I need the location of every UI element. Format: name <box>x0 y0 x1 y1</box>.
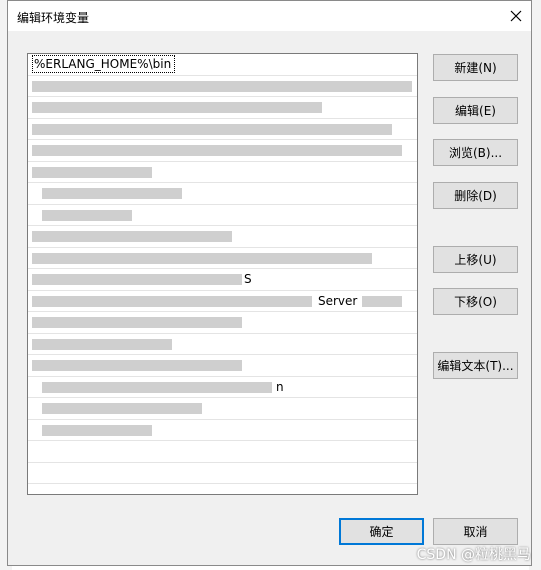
list-item-fragment: n <box>276 379 284 394</box>
cancel-button[interactable]: 取消 <box>433 518 518 545</box>
list-item[interactable] <box>28 312 417 334</box>
list-item[interactable] <box>28 76 417 97</box>
list-item[interactable] <box>28 463 417 484</box>
list-item[interactable]: %ERLANG_HOME%\bin <box>28 54 417 76</box>
new-button[interactable]: 新建(N) <box>433 54 518 81</box>
list-item[interactable] <box>28 334 417 355</box>
move-down-button[interactable]: 下移(O) <box>433 288 518 315</box>
list-item[interactable] <box>28 355 417 377</box>
close-button[interactable] <box>501 1 531 31</box>
list-item[interactable] <box>28 441 417 463</box>
edit-text-button[interactable]: 编辑文本(T)... <box>433 352 518 379</box>
list-item[interactable] <box>28 398 417 420</box>
list-item[interactable] <box>28 140 417 162</box>
title-bar: 编辑环境变量 <box>8 1 531 31</box>
list-item-fragment: Server <box>318 293 358 308</box>
list-item[interactable]: S <box>28 269 417 291</box>
list-item[interactable] <box>28 119 417 140</box>
list-item-text: %ERLANG_HOME%\bin <box>31 55 176 73</box>
dialog-title: 编辑环境变量 <box>17 11 90 25</box>
edit-button[interactable]: 编辑(E) <box>433 97 518 124</box>
list-item[interactable] <box>28 162 417 183</box>
list-item[interactable]: n <box>28 377 417 398</box>
list-item[interactable] <box>28 226 417 248</box>
list-item[interactable] <box>28 183 417 205</box>
browse-button[interactable]: 浏览(B)... <box>433 139 518 166</box>
list-item[interactable] <box>28 420 417 441</box>
move-up-button[interactable]: 上移(U) <box>433 246 518 273</box>
list-item[interactable] <box>28 205 417 226</box>
close-icon <box>510 10 522 22</box>
list-item[interactable] <box>28 248 417 269</box>
list-item[interactable]: Server <box>28 291 417 312</box>
list-item[interactable] <box>28 97 417 119</box>
edit-env-variable-dialog: 编辑环境变量 %ERLANG_HOME%\bin S Server n 新建(N… <box>7 0 532 566</box>
watermark: CSDN @粒桃黑马 <box>416 547 531 563</box>
path-list[interactable]: %ERLANG_HOME%\bin S Server n <box>27 53 418 495</box>
delete-button[interactable]: 删除(D) <box>433 182 518 209</box>
list-item-fragment: S <box>244 272 252 286</box>
ok-button[interactable]: 确定 <box>339 518 424 545</box>
